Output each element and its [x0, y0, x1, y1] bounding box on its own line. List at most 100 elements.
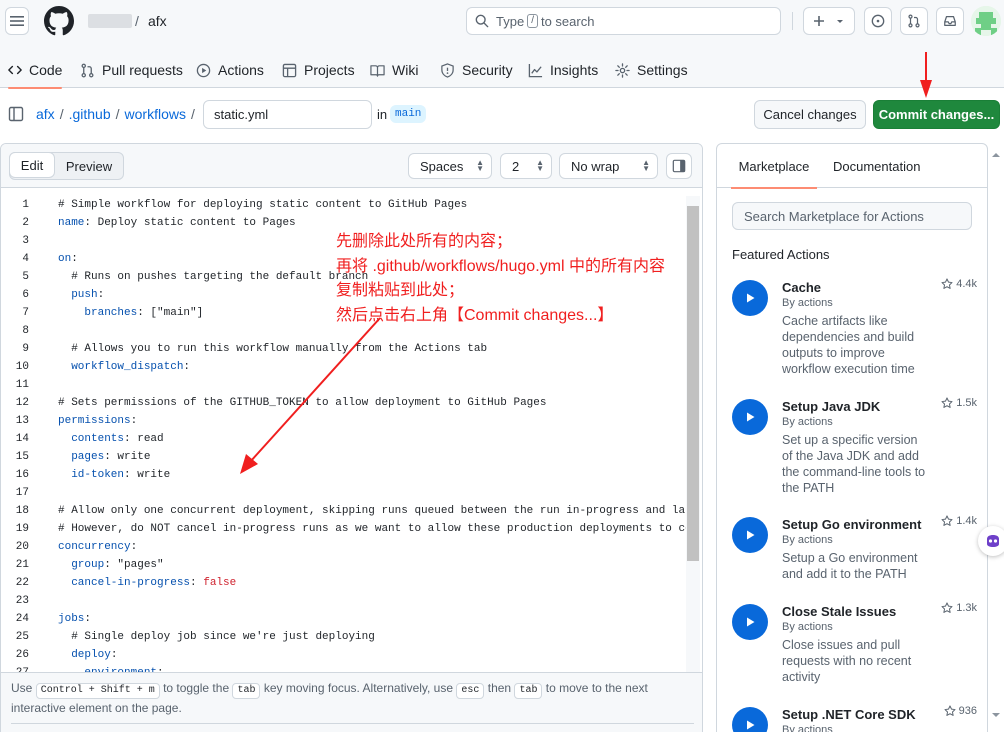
page-scrollbar[interactable] [988, 143, 1004, 732]
code-line[interactable]: 23 [1, 592, 686, 610]
scroll-up-arrow-icon[interactable] [988, 149, 1004, 161]
code-line[interactable]: 25 # Single deploy job since we're just … [1, 628, 686, 646]
editor-scrollbar[interactable] [686, 196, 700, 672]
code-line[interactable]: 1 # Simple workflow for deploying static … [1, 196, 686, 214]
menu-button[interactable] [5, 7, 29, 35]
breadcrumb-github-dir[interactable]: .github [69, 106, 111, 122]
toggle-side-panel-button[interactable] [666, 153, 692, 179]
line-content: group: "pages" [58, 556, 163, 574]
editor-toolbar: Edit Preview Spaces ▲ ▼ 2 ▲ ▼ No wrap ▲ ▼ [1, 144, 702, 188]
editor-scrollbar-thumb[interactable] [687, 206, 699, 561]
wrap-mode-select[interactable]: No wrap ▲ ▼ [559, 153, 658, 179]
tab-settings[interactable]: Settings [615, 52, 688, 88]
commit-changes-button[interactable]: Commit changes... [873, 100, 1000, 129]
sidebar-expand-icon[interactable] [8, 106, 24, 122]
code-line[interactable]: 22 cancel-in-progress: false [1, 574, 686, 592]
code-line[interactable]: 26 deploy: [1, 646, 686, 664]
line-number: 12 [15, 397, 29, 409]
code-token: # Single deploy job since we're just dep… [58, 631, 375, 643]
indent-mode-select[interactable]: Spaces ▲ ▼ [408, 153, 492, 179]
code-line[interactable]: 15 pages: write [1, 448, 686, 466]
star-count: 936 [958, 705, 977, 717]
triangle-down-icon [837, 20, 843, 23]
annotation-line: 复制粘贴到此处； [336, 282, 465, 299]
action-name[interactable]: Close Stale Issues [782, 604, 896, 619]
pull-requests-button[interactable] [900, 7, 928, 35]
code-line[interactable]: 27 environment: [1, 664, 686, 672]
action-name[interactable]: Cache [782, 280, 821, 295]
hint-text: to toggle the [163, 681, 230, 695]
line-number: 25 [15, 631, 29, 643]
code-line[interactable]: 20 concurrency: [1, 538, 686, 556]
code-line[interactable]: 11 [1, 376, 686, 394]
indent-size-value: 2 [512, 158, 520, 174]
cancel-changes-button[interactable]: Cancel changes [754, 100, 866, 129]
code-line[interactable]: 24 jobs: [1, 610, 686, 628]
search-suffix: to search [540, 13, 595, 29]
issues-button[interactable] [864, 7, 892, 35]
indent-mode-value: Spaces [420, 158, 464, 174]
star-icon [941, 602, 953, 613]
tab-insights-label: Insights [550, 62, 599, 78]
tab-edit[interactable]: Edit [9, 152, 55, 178]
breadcrumb-separator: / [115, 106, 120, 122]
line-number: 23 [15, 595, 29, 607]
breadcrumb-repo[interactable]: afx [36, 106, 55, 122]
table-icon [282, 63, 297, 77]
wrap-mode-value: No wrap [571, 158, 620, 174]
marketplace-search-input[interactable]: Search Marketplace for Actions [732, 202, 972, 230]
repo-name-link[interactable]: afx [148, 13, 167, 29]
action-description: Close issues and pull requests with no r… [782, 638, 912, 684]
line-number: 17 [15, 487, 29, 499]
code-token: : [97, 289, 105, 301]
tab-preview[interactable]: Preview [55, 153, 123, 179]
line-number: 13 [15, 415, 29, 427]
indent-size-select[interactable]: 2 ▲ ▼ [500, 153, 552, 179]
user-avatar[interactable] [971, 6, 1001, 36]
tab-insights[interactable]: Insights [528, 52, 598, 88]
code-line[interactable]: 13 permissions: [1, 412, 686, 430]
line-number: 8 [22, 325, 29, 337]
tab-marketplace[interactable]: Marketplace [731, 144, 817, 189]
inbox-button[interactable] [936, 7, 964, 35]
line-number: 14 [15, 433, 29, 445]
code-token: name [58, 217, 85, 229]
code-line[interactable]: 14 contents: read [1, 430, 686, 448]
create-new-button[interactable] [803, 7, 855, 35]
filename-input[interactable]: static.yml [203, 100, 372, 129]
floating-assistant-button[interactable] [978, 526, 1004, 556]
code-line[interactable]: 12 # Sets permissions of the GITHUB_TOKEN… [1, 394, 686, 412]
action-name[interactable]: Setup Java JDK [782, 399, 880, 414]
tab-documentation[interactable]: Documentation [833, 144, 920, 188]
star-icon [941, 397, 953, 408]
global-search-input[interactable]: Type / to search [466, 7, 781, 35]
tab-wiki[interactable]: Wiki [370, 52, 418, 88]
owner-name-redacted[interactable] [88, 14, 132, 28]
tab-security[interactable]: Security [440, 52, 513, 88]
code-token: pages [71, 451, 105, 463]
tab-actions[interactable]: Actions [196, 52, 264, 88]
tab-projects[interactable]: Projects [282, 52, 355, 88]
featured-actions-heading: Featured Actions [732, 247, 830, 262]
code-line[interactable]: 9 # Allows you to run this workflow manu… [1, 340, 686, 358]
github-logo-icon[interactable] [44, 6, 74, 36]
code-token: # Allow only one concurrent deployment, … [58, 505, 686, 517]
action-name[interactable]: Setup .NET Core SDK [782, 707, 916, 722]
action-name[interactable]: Setup Go environment [782, 517, 921, 532]
search-prefix: Type [496, 13, 525, 29]
star-icon [941, 278, 953, 289]
tab-code[interactable]: Code [8, 52, 63, 89]
code-line[interactable]: 21 group: "pages" [1, 556, 686, 574]
code-line[interactable]: 19 # However, do NOT cancel in-progress r… [1, 520, 686, 538]
code-token: branches [84, 307, 138, 319]
breadcrumb-workflows-dir[interactable]: workflows [125, 106, 186, 122]
code-line[interactable]: 16 id-token: write [1, 466, 686, 484]
code-line[interactable]: 18 # Allow only one concurrent deployment… [1, 502, 686, 520]
scroll-down-arrow-icon[interactable] [988, 709, 1004, 721]
code-line[interactable]: 17 [1, 484, 686, 502]
code-line[interactable]: 10 workflow_dispatch: [1, 358, 686, 376]
action-publisher: By actions [782, 534, 833, 546]
tab-pull-requests[interactable]: Pull requests [80, 52, 183, 88]
code-token: : Deploy static content to Pages [84, 217, 296, 229]
in-branch-label: in [377, 107, 388, 122]
